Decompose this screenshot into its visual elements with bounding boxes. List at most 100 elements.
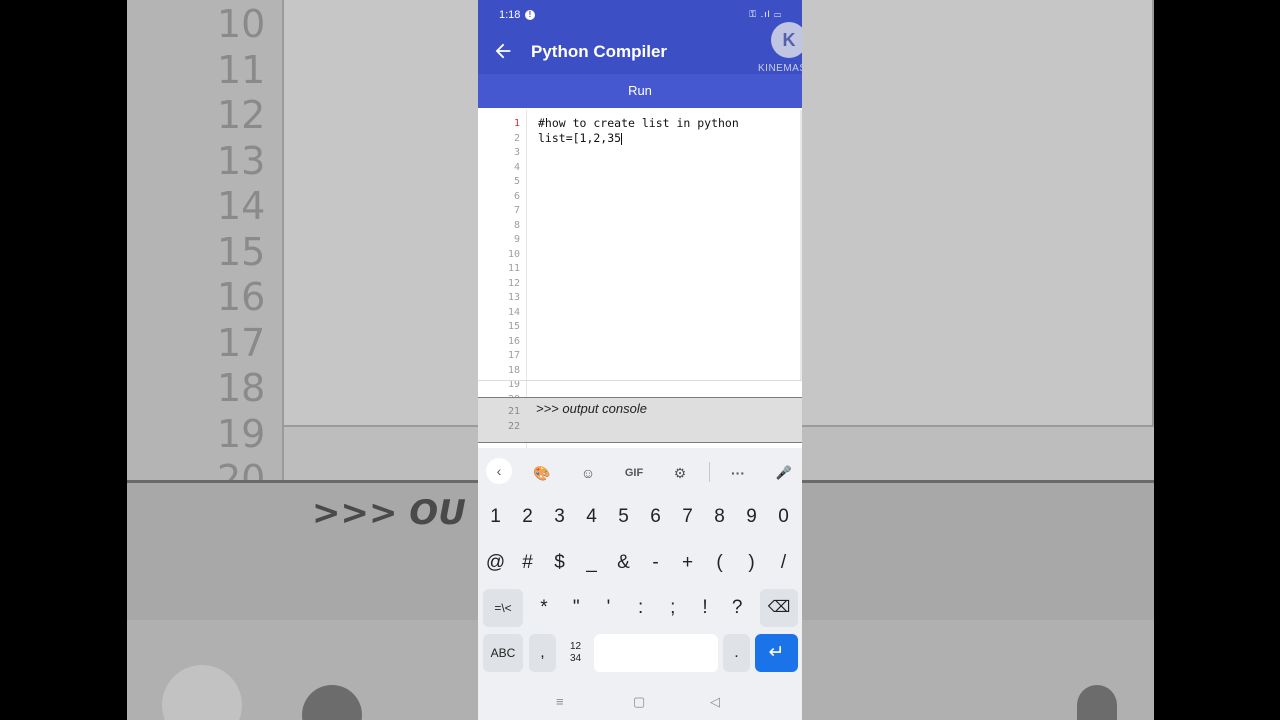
key[interactable]: 5 <box>609 498 638 536</box>
notification-icon: ! <box>525 10 535 20</box>
comma-key[interactable]: , <box>529 634 556 672</box>
key[interactable]: 4 <box>577 498 606 536</box>
bg-line-number: 13 <box>217 138 266 183</box>
line-number: 6 <box>513 190 520 202</box>
line-number: 15 <box>507 321 520 332</box>
app-bar: Python Compiler <box>478 30 802 74</box>
key[interactable]: - <box>641 544 670 582</box>
code-line-2[interactable]: list=[1,2,35 <box>538 131 623 145</box>
key[interactable]: + <box>673 544 702 582</box>
key[interactable]: : <box>627 589 655 627</box>
line-number: 14 <box>507 306 520 318</box>
key[interactable]: # <box>513 544 542 582</box>
numpad-key[interactable]: 12 34 <box>562 634 589 672</box>
line-number: 11 <box>507 263 520 274</box>
enter-key[interactable]: ↵ <box>755 634 798 672</box>
line-number: 17 <box>507 350 520 361</box>
console-label: >>> output console <box>536 401 647 416</box>
bg-line-number: 10 <box>217 2 266 46</box>
line-number: 1 <box>513 118 520 129</box>
key[interactable]: & <box>609 544 638 582</box>
bg-line-number: 15 <box>217 229 266 274</box>
console-line-number: 21 <box>507 406 520 417</box>
settings-icon[interactable]: ⚙ <box>668 461 692 485</box>
space-key[interactable] <box>594 634 718 672</box>
key[interactable]: _ <box>577 544 606 582</box>
code-text: #how to create list in python <box>538 116 739 130</box>
key[interactable]: ' <box>594 589 622 627</box>
editor-scroll-edge <box>800 110 802 380</box>
keyboard: ‹ 🎨 ☺ GIF ⚙ ··· 🎤 1234567890 @ # $ _ & - +() / … <box>478 448 802 720</box>
key[interactable]: ! <box>691 589 719 627</box>
key[interactable]: / <box>769 544 798 582</box>
page-title: Python Compiler <box>531 42 668 61</box>
line-number: 5 <box>513 176 520 187</box>
code-line-1[interactable]: #how to create list in python <box>538 116 739 130</box>
key[interactable]: 9 <box>737 498 766 536</box>
backspace-key[interactable]: ⌫ <box>760 589 798 627</box>
status-icons: ⚿ .ıl ▭ <box>749 9 782 19</box>
run-bar: Run <box>478 74 802 108</box>
line-number: 12 <box>507 277 520 289</box>
key[interactable]: ) <box>737 544 766 582</box>
numpad-key-bottom: 34 <box>569 653 582 664</box>
key[interactable]: * <box>530 589 558 627</box>
palette-icon[interactable]: 🎨 <box>530 461 554 485</box>
toolbar-divider <box>709 462 710 482</box>
line-number: 13 <box>507 292 520 303</box>
bg-line-number: 17 <box>217 320 266 365</box>
line-number: 2 <box>513 132 520 144</box>
navigation-bar: ≡ ▢ ◁ <box>478 690 802 720</box>
numpad-key-top: 12 <box>569 641 582 652</box>
key[interactable]: ? <box>723 589 751 627</box>
code-text: list=[1,2,35 <box>538 131 622 145</box>
back-arrow-icon[interactable] <box>492 40 514 62</box>
output-console: 21 22 >>> output console <box>478 397 802 443</box>
phone-screen: 1:18 ! ⚿ .ıl ▭ Python Compiler Run K KIN… <box>478 0 802 720</box>
text-cursor <box>621 132 623 145</box>
mic-icon[interactable]: 🎤 <box>772 461 796 485</box>
abc-key[interactable]: ABC <box>483 634 523 672</box>
period-key[interactable]: . <box>723 634 750 672</box>
bg-line-number: 19 <box>217 411 266 456</box>
run-button[interactable]: Run <box>478 74 802 108</box>
line-number: 4 <box>513 161 520 173</box>
status-time: 1:18 <box>499 9 521 21</box>
line-number: 7 <box>513 205 520 216</box>
key[interactable]: $ <box>545 544 574 582</box>
key[interactable]: ; <box>659 589 687 627</box>
kinemaster-watermark: KINEMASTER <box>758 63 802 74</box>
key[interactable]: 2 <box>513 498 542 536</box>
bg-line-number: 11 <box>217 47 266 92</box>
key[interactable]: ( <box>705 544 734 582</box>
code-editor[interactable]: 1234567891011121314151617181920 #how to … <box>478 110 802 450</box>
line-number: 9 <box>513 234 520 245</box>
more-icon[interactable]: ··· <box>726 461 750 485</box>
bg-mic-icon <box>1077 685 1117 720</box>
key[interactable]: @ <box>481 544 510 582</box>
kinemaster-logo: K <box>771 22 802 58</box>
key[interactable]: 8 <box>705 498 734 536</box>
keyboard-collapse-icon[interactable]: ‹ <box>486 458 512 484</box>
back-nav-icon[interactable]: ◁ <box>710 694 720 710</box>
bg-line-number: 12 <box>217 93 266 137</box>
status-bar: 1:18 ! ⚿ .ıl ▭ <box>478 0 802 30</box>
bg-line-number: 16 <box>217 275 266 319</box>
key[interactable]: 3 <box>545 498 574 536</box>
key[interactable]: 1 <box>481 498 510 536</box>
sticker-icon[interactable]: ☺ <box>576 461 600 485</box>
editor-divider <box>478 380 802 381</box>
recents-icon[interactable]: ≡ <box>556 694 564 709</box>
home-icon[interactable]: ▢ <box>633 694 645 710</box>
bg-console-text: >>> OU <box>312 493 466 533</box>
bg-line-number: 14 <box>217 184 266 228</box>
key[interactable]: 0 <box>769 498 798 536</box>
key[interactable]: 7 <box>673 498 702 536</box>
key[interactable]: " <box>562 589 590 627</box>
line-number: 16 <box>507 335 520 347</box>
line-number: 10 <box>507 248 520 260</box>
gif-icon[interactable]: GIF <box>618 461 650 485</box>
key[interactable]: 6 <box>641 498 670 536</box>
line-number: 18 <box>507 364 520 376</box>
symbols-switch-key[interactable]: =\< <box>483 589 523 627</box>
